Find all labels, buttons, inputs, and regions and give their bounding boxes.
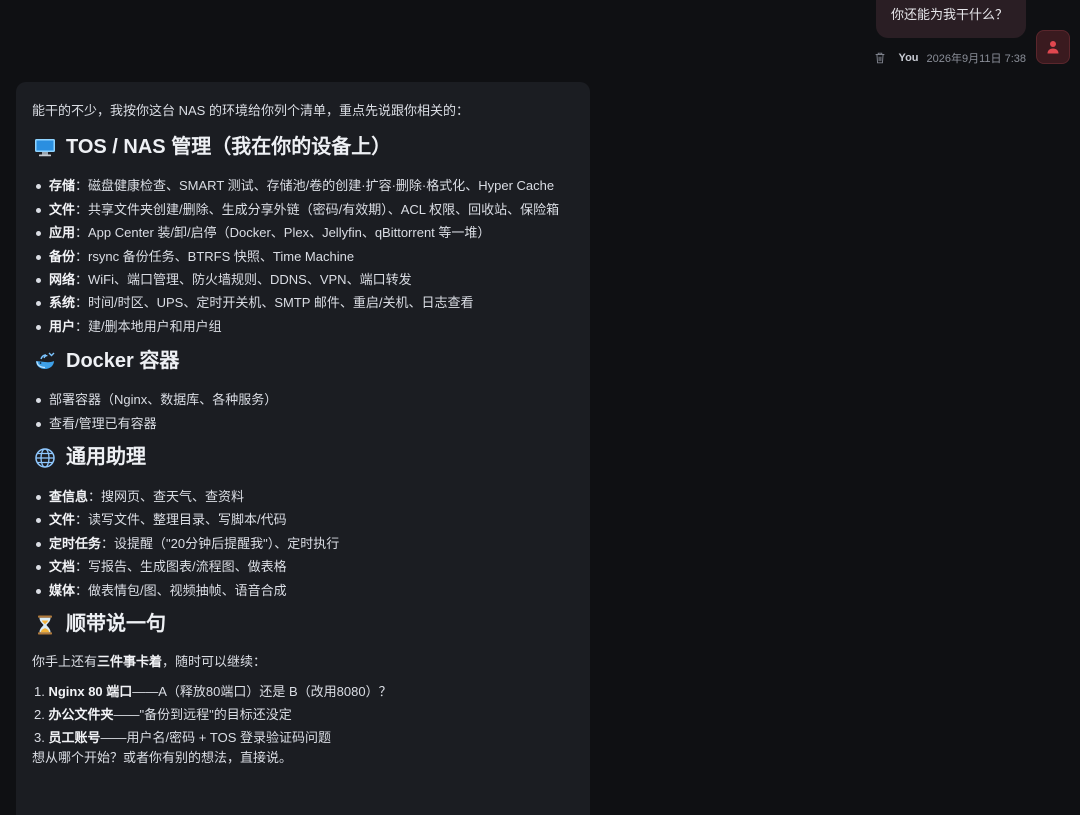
list-item: 媒体：做表情包/图、视频抽帧、语音合成: [32, 579, 574, 602]
assistant-message-card: 能干的不少，我按你这台 NAS 的环境给你列个清单，重点先说跟你相关的： TOS…: [16, 82, 590, 815]
list-item: 部署容器（Nginx、数据库、各种服务）: [32, 388, 574, 411]
section-heading-aside: 顺带说一句: [34, 610, 574, 640]
list-item: 2. 办公文件夹——"备份到远程"的目标还没定: [34, 706, 292, 722]
computer-icon: [35, 139, 55, 157]
pending-task-list: 1. Nginx 80 端口——A（释放80端口）还是 B（改用8080）？ 2…: [32, 680, 574, 750]
nas-feature-list: 存储：磁盘健康检查、SMART 测试、存储池/卷的创建·扩容·删除·格式化、Hy…: [32, 174, 574, 338]
list-item: 查看/管理已有容器: [32, 412, 574, 435]
section-heading-nas: TOS / NAS 管理（我在你的设备上）: [34, 132, 574, 162]
user-message-meta: You 2026年9月11日 7:38: [873, 50, 1026, 66]
list-item: 查信息：搜网页、查天气、查资料: [32, 485, 574, 508]
user-message-bubble: 你还能为我干什么？: [876, 0, 1026, 38]
list-item: 文件：读写文件、整理目录、写脚本/代码: [32, 508, 574, 531]
list-item: 备份：rsync 备份任务、BTRFS 快照、Time Machine: [32, 245, 574, 268]
list-item: 文档：写报告、生成图表/流程图、做表格: [32, 555, 574, 578]
list-item: 系统：时间/时区、UPS、定时开关机、SMTP 邮件、重启/关机、日志查看: [32, 291, 574, 314]
list-item: 存储：磁盘健康检查、SMART 测试、存储池/卷的创建·扩容·删除·格式化、Hy…: [32, 174, 574, 197]
list-item: 文件：共享文件夹创建/删除、生成分享外链（密码/有效期）、ACL 权限、回收站、…: [32, 198, 574, 221]
list-item: 定时任务：设提醒（"20分钟后提醒我"）、定时执行: [32, 532, 574, 555]
delete-icon[interactable]: [873, 51, 887, 65]
reply-intro: 能干的不少，我按你这台 NAS 的环境给你列个清单，重点先说跟你相关的：: [32, 103, 469, 118]
list-item: 1. Nginx 80 端口——A（释放80端口）还是 B（改用8080）？: [34, 683, 392, 699]
list-item: 用户：建/删本地用户和用户组: [32, 315, 574, 338]
section-heading-assistant: 通用助理: [34, 443, 574, 473]
user-avatar[interactable]: [1036, 30, 1070, 64]
aside-lead: 你手上还有三件事卡着，随时可以继续：: [32, 654, 267, 670]
list-item: 网络：WiFi、端口管理、防火墙规则、DDNS、VPN、端口转发: [32, 268, 574, 291]
message-timestamp: 2026年9月11日 7:38: [926, 53, 1026, 65]
person-icon: [1047, 41, 1059, 54]
user-name: You: [898, 52, 919, 64]
hourglass-icon: [38, 615, 52, 635]
list-item: 应用：App Center 装/卸/启停（Docker、Plex、Jellyfi…: [32, 221, 574, 244]
assistant-feature-list: 查信息：搜网页、查天气、查资料 文件：读写文件、整理目录、写脚本/代码 定时任务…: [32, 485, 574, 602]
globe-icon: [35, 448, 55, 468]
chat-page: 你还能为我干什么？ You 2026年9月11日 7:38 能干的不少，我按你这…: [0, 0, 1080, 815]
docker-feature-list: 部署容器（Nginx、数据库、各种服务） 查看/管理已有容器: [32, 388, 574, 435]
section-heading-docker: Docker 容器: [34, 346, 574, 376]
user-message-text: 你还能为我干什么？: [891, 7, 1009, 22]
whale-icon: [36, 352, 55, 370]
